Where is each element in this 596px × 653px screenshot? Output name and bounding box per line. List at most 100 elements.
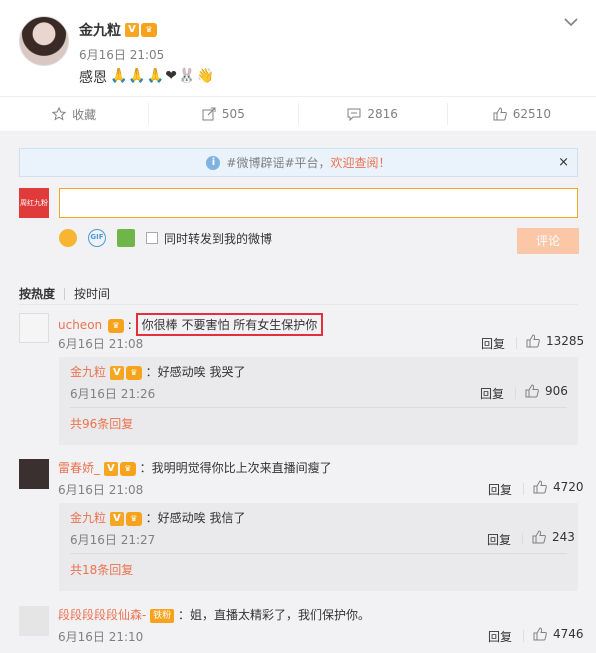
thumbs-up-icon [533, 480, 547, 494]
author-badges: V ♛ [125, 22, 157, 37]
sort-divider [64, 287, 66, 300]
forward-label[interactable]: 同时转发到我的微博 [164, 230, 272, 247]
close-icon[interactable]: × [558, 155, 569, 170]
comment-time: 6月16日 21:08 [58, 337, 144, 351]
reply-button[interactable]: 回复 [487, 531, 511, 548]
member-crown-icon: ♛ [125, 365, 142, 380]
comment-count: 2816 [367, 107, 398, 121]
commenter-name[interactable]: ucheon [58, 318, 102, 332]
reply-box: 金九粒 V ♛ ：好感动唉 我哭了 6月16日 21:26 回复 906 共96条… [59, 357, 578, 445]
like-button[interactable]: 62510 [448, 103, 596, 125]
author-name[interactable]: 金九粒 [79, 20, 121, 40]
comment-like-count: 4746 [553, 627, 584, 641]
reply-like-button[interactable]: 906 [525, 384, 568, 398]
commenter-name[interactable]: 段段段段段仙森- [58, 608, 146, 622]
thumbs-up-icon [532, 530, 546, 544]
star-icon [52, 107, 67, 121]
comment-text: ：姐，直播太精彩了，我们保护你。 [178, 608, 371, 622]
commenter-avatar[interactable] [19, 459, 49, 489]
reply-like-count: 906 [545, 384, 568, 398]
comment-colon: : [127, 318, 132, 332]
highlighted-comment-text: 你很棒 不要害怕 所有女生保护你 [135, 313, 324, 336]
verified-icon: V [109, 365, 124, 380]
share-icon [202, 107, 216, 121]
comment-like-button[interactable]: 13285 [526, 334, 584, 348]
commenter-name[interactable]: 雷春娇_ [58, 461, 100, 475]
forward-checkbox[interactable] [146, 232, 158, 244]
member-crown-icon: ♛ [119, 461, 136, 476]
action-divider [516, 337, 517, 349]
commenter-avatar[interactable] [19, 606, 49, 636]
reply-text: ：好感动唉 我哭了 [145, 365, 246, 379]
comment-like-button[interactable]: 4720 [533, 480, 584, 494]
info-icon: i [206, 155, 221, 170]
reply-line: 金九粒 V ♛ ：好感动唉 我信了 [70, 509, 246, 526]
comment-item: ucheon ♛ : 你很棒 不要害怕 所有女生保护你 6月16日 21:08 … [19, 313, 584, 453]
author-avatar[interactable] [19, 16, 69, 66]
reply-button[interactable]: 回复 [488, 628, 512, 645]
emoji-icon[interactable] [59, 229, 77, 247]
reply-box: 金九粒 V ♛ ：好感动唉 我信了 6月16日 21:27 回复 243 共18条… [59, 503, 578, 591]
action-divider [523, 483, 524, 495]
reply-like-button[interactable]: 243 [532, 530, 575, 544]
sort-bar: 按热度 按时间 [19, 285, 110, 302]
reply-time: 6月16日 21:27 [70, 533, 156, 547]
thumbs-up-icon [526, 334, 540, 348]
like-count: 62510 [512, 107, 551, 121]
comment-line: 雷春娇_ V ♛ ：我明明觉得你比上次来直播间瘦了 [58, 459, 332, 476]
verified-icon: V [109, 511, 124, 526]
post-emojis: 🙏🙏🙏❤🐰👋 [110, 68, 215, 84]
reply-author[interactable]: 金九粒 [70, 365, 106, 379]
reply-author[interactable]: 金九粒 [70, 511, 106, 525]
notice-text: #微博辟谣#平台， [226, 156, 331, 170]
comment-area: i #微博辟谣#平台， 欢迎查阅！ × 周红九粉 GIF 同时转发到我的微博 评… [0, 132, 596, 653]
action-divider [522, 533, 523, 545]
reply-button[interactable]: 回复 [481, 335, 505, 352]
notice-link[interactable]: 欢迎查阅！ [331, 154, 391, 171]
reply-line: 金九粒 V ♛ ：好感动唉 我哭了 [70, 363, 246, 380]
repost-button[interactable]: 505 [149, 103, 299, 125]
more-replies-link[interactable]: 共96条回复 [70, 415, 133, 432]
image-icon[interactable] [117, 229, 135, 247]
comment-line: ucheon ♛ : 你很棒 不要害怕 所有女生保护你 [58, 313, 324, 336]
sort-hot-tab[interactable]: 按热度 [19, 285, 55, 302]
favorite-button[interactable]: 收藏 [0, 103, 150, 125]
action-divider [515, 387, 516, 399]
submit-comment-button[interactable]: 评论 [517, 228, 579, 254]
comment-time: 6月16日 21:10 [58, 630, 144, 644]
post-time[interactable]: 6月16日 21:05 [79, 46, 164, 63]
member-crown-icon: ♛ [141, 22, 157, 37]
comment-input[interactable] [59, 188, 578, 218]
comment-like-button[interactable]: 4746 [533, 627, 584, 641]
comment-like-count: 13285 [546, 334, 585, 348]
comment-item: 段段段段段仙森- 铁粉 ：姐，直播太精彩了，我们保护你。 6月16日 21:10… [19, 606, 584, 653]
my-avatar[interactable]: 周红九粉 [19, 188, 49, 218]
comment-button[interactable]: 2816 [299, 103, 448, 125]
favorite-label: 收藏 [72, 107, 97, 122]
reply-button[interactable]: 回复 [488, 481, 512, 498]
verified-icon: V [125, 22, 139, 37]
member-crown-icon: ♛ [125, 511, 142, 526]
gif-icon[interactable]: GIF [88, 229, 106, 247]
comment-item: 雷春娇_ V ♛ ：我明明觉得你比上次来直播间瘦了 6月16日 21:08 回复 … [19, 459, 584, 599]
reply-time: 6月16日 21:26 [70, 387, 156, 401]
rumor-notice: i #微博辟谣#平台， 欢迎查阅！ × [19, 148, 578, 177]
post-actions-bar: 收藏 505 2816 62510 [0, 96, 596, 132]
comment-icon [347, 108, 361, 121]
chevron-down-icon[interactable] [563, 14, 579, 30]
action-divider [523, 630, 524, 642]
member-crown-icon: ♛ [107, 318, 124, 333]
reply-button[interactable]: 回复 [480, 385, 504, 402]
comment-like-count: 4720 [553, 480, 584, 494]
reply-separator [70, 553, 567, 554]
fan-badge: 铁粉 [150, 608, 175, 623]
composer-tools: GIF 同时转发到我的微博 [59, 228, 272, 248]
sort-underline [19, 304, 578, 305]
post-header: 金九粒 V ♛ 6月16日 21:05 感恩 🙏🙏🙏❤🐰👋 [0, 0, 596, 96]
commenter-avatar[interactable] [19, 313, 49, 343]
more-replies-link[interactable]: 共18条回复 [70, 561, 133, 578]
comment-text: ：我明明觉得你比上次来直播间瘦了 [139, 461, 332, 475]
thumbs-up-icon [525, 384, 539, 398]
sort-time-tab[interactable]: 按时间 [74, 285, 110, 302]
reply-like-count: 243 [552, 530, 575, 544]
